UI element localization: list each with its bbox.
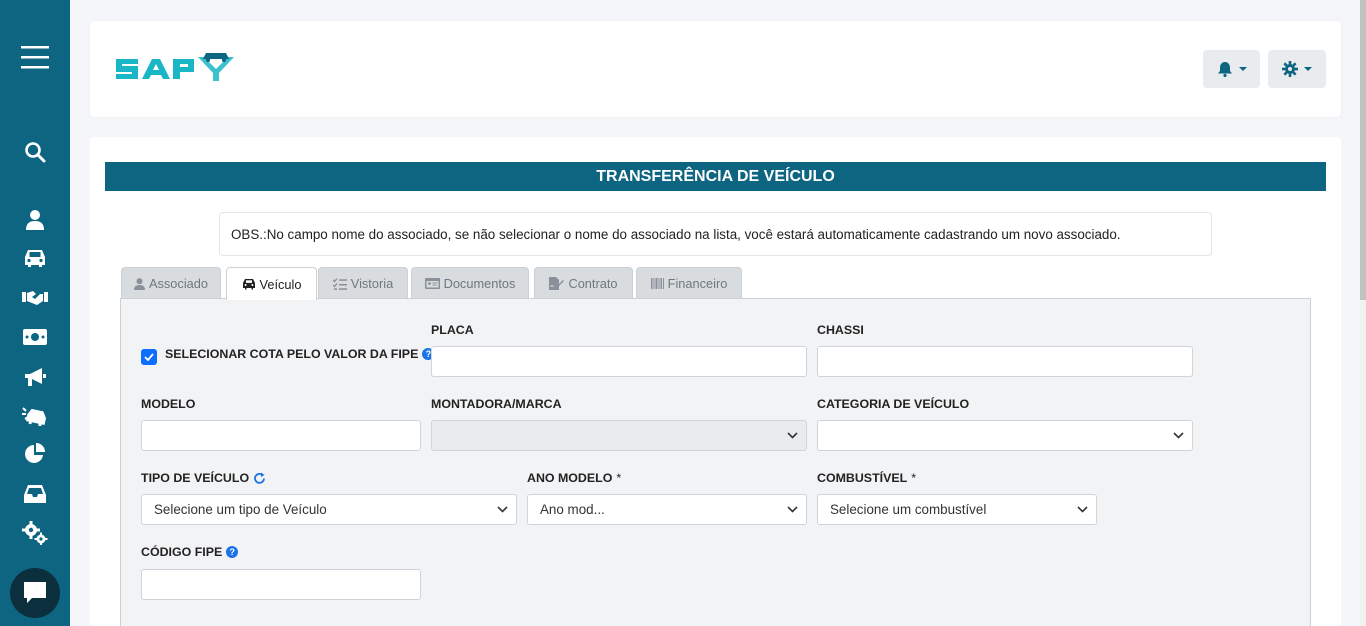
- id-card-icon: [424, 278, 440, 289]
- notifications-button[interactable]: [1203, 50, 1260, 88]
- cota-fipe-checkbox[interactable]: [141, 349, 157, 365]
- chevron-down-icon: [787, 506, 798, 513]
- car-icon: [242, 279, 255, 290]
- tab-label: Contrato: [568, 276, 618, 291]
- sidebar-item-parcerias[interactable]: [0, 286, 70, 310]
- tab-label: Veículo: [259, 276, 302, 292]
- montadora-select[interactable]: [431, 420, 807, 451]
- help-icon[interactable]: ?: [226, 546, 239, 558]
- cota-fipe-label-text: SELECIONAR COTA PELO VALOR DA FIPE: [165, 347, 419, 361]
- search-icon: [25, 142, 46, 163]
- menu-icon: [21, 46, 49, 69]
- chevron-down-icon: [1077, 506, 1088, 513]
- chevron-down-icon: [1238, 67, 1247, 71]
- tab-associado[interactable]: Associado: [121, 267, 221, 299]
- sidebar-item-entrada[interactable]: [0, 482, 70, 506]
- tab-label: Financeiro: [667, 276, 728, 291]
- pie-chart-icon: [25, 443, 45, 463]
- tab-financeiro[interactable]: Financeiro: [636, 267, 742, 299]
- logo-wordmark: [116, 53, 234, 81]
- veiculo-panel: SELECIONAR COTA PELO VALOR DA FIPE ? PLA…: [120, 298, 1311, 626]
- tab-vistoria[interactable]: Vistoria: [318, 267, 408, 299]
- main-card: TRANSFERÊNCIA DE VEÍCULO OBS.:No campo n…: [90, 137, 1341, 626]
- ano-modelo-select-value: Ano mod...: [540, 502, 605, 517]
- sidebar-item-marketing[interactable]: [0, 365, 70, 389]
- tab-label: Vistoria: [350, 276, 394, 291]
- megaphone-icon: [25, 368, 46, 386]
- page-scrollbar[interactable]: [1360, 0, 1366, 626]
- required-mark: *: [911, 471, 917, 485]
- user-icon: [26, 210, 44, 230]
- modelo-input[interactable]: [141, 420, 421, 451]
- tab-label: Documentos: [443, 276, 516, 291]
- sidebar-item-veiculos[interactable]: [0, 246, 70, 270]
- sidebar-item-configuracoes[interactable]: [0, 520, 70, 546]
- chat-icon: [24, 582, 46, 603]
- inbox-icon: [24, 485, 46, 503]
- page-title: TRANSFERÊNCIA DE VEÍCULO: [105, 162, 1326, 191]
- modelo-label: MODELO: [141, 397, 196, 411]
- tab-documentos[interactable]: Documentos: [411, 267, 529, 299]
- tipo-veiculo-label-text: TIPO DE VEÍCULO: [141, 471, 250, 485]
- handshake-icon: [22, 291, 48, 305]
- check-icon: [144, 353, 154, 361]
- sidebar-item-associados[interactable]: [0, 208, 70, 232]
- scrollbar-thumb[interactable]: [1360, 0, 1366, 300]
- combustivel-select-value: Selecione um combustível: [830, 502, 987, 517]
- combustivel-label-text: COMBUSTÍVEL: [817, 471, 908, 485]
- tipo-veiculo-select-value: Selecione um tipo de Veículo: [154, 502, 327, 517]
- tab-label: Associado: [148, 276, 209, 291]
- tipo-veiculo-select[interactable]: Selecione um tipo de Veículo: [141, 494, 517, 525]
- combustivel-select[interactable]: Selecione um combustível: [817, 494, 1097, 525]
- ano-modelo-select[interactable]: Ano mod...: [527, 494, 807, 525]
- codigo-fipe-label: CÓDIGO FIPE ?: [141, 545, 239, 559]
- checklist-icon: [332, 277, 347, 290]
- montadora-label: MONTADORA/MARCA: [431, 397, 562, 411]
- placa-label: PLACA: [431, 323, 474, 337]
- money-icon: [23, 329, 47, 345]
- user-icon: [133, 277, 145, 290]
- categoria-label: CATEGORIA DE VEÍCULO: [817, 397, 970, 411]
- chevron-down-icon: [787, 432, 798, 439]
- header-bar: [90, 21, 1341, 117]
- chat-button[interactable]: [10, 568, 60, 618]
- car-icon: [25, 250, 45, 267]
- combustivel-label: COMBUSTÍVEL *: [817, 471, 916, 485]
- sidebar-item-search[interactable]: [0, 140, 70, 164]
- settings-button[interactable]: [1268, 50, 1326, 88]
- sidebar-item-sinistros[interactable]: [0, 404, 70, 428]
- chevron-down-icon: [497, 506, 508, 513]
- tab-veiculo[interactable]: Veículo: [226, 267, 317, 300]
- sapy-logo[interactable]: [114, 51, 248, 90]
- tab-contrato[interactable]: Contrato: [534, 267, 633, 299]
- codigo-fipe-input[interactable]: [141, 569, 421, 600]
- chassi-label: CHASSI: [817, 323, 864, 337]
- cogs-icon: [22, 521, 48, 545]
- cota-fipe-label: SELECIONAR COTA PELO VALOR DA FIPE ?: [165, 347, 435, 361]
- file-signature-icon: [549, 277, 565, 290]
- sidebar-item-relatorios[interactable]: [0, 442, 70, 466]
- required-mark: *: [616, 471, 622, 485]
- sidebar-item-financeiro[interactable]: [0, 326, 70, 348]
- menu-toggle-button[interactable]: [0, 38, 70, 76]
- obs-note: OBS.:No campo nome do associado, se não …: [219, 212, 1212, 256]
- car-crash-icon: [22, 407, 46, 426]
- bell-icon: [1217, 62, 1232, 77]
- ano-modelo-label-text: ANO MODELO: [527, 471, 613, 485]
- categoria-select[interactable]: [817, 420, 1193, 451]
- sidebar: [0, 0, 70, 626]
- chevron-down-icon: [1173, 432, 1184, 439]
- chassi-input[interactable]: [817, 346, 1193, 377]
- codigo-fipe-label-text: CÓDIGO FIPE: [141, 545, 223, 559]
- refresh-icon[interactable]: [253, 472, 266, 485]
- tipo-veiculo-label: TIPO DE VEÍCULO: [141, 471, 266, 485]
- gear-icon: [1282, 61, 1298, 77]
- placa-input[interactable]: [431, 346, 807, 377]
- barcode-icon: [650, 278, 664, 289]
- ano-modelo-label: ANO MODELO *: [527, 471, 621, 485]
- chevron-down-icon: [1304, 67, 1312, 71]
